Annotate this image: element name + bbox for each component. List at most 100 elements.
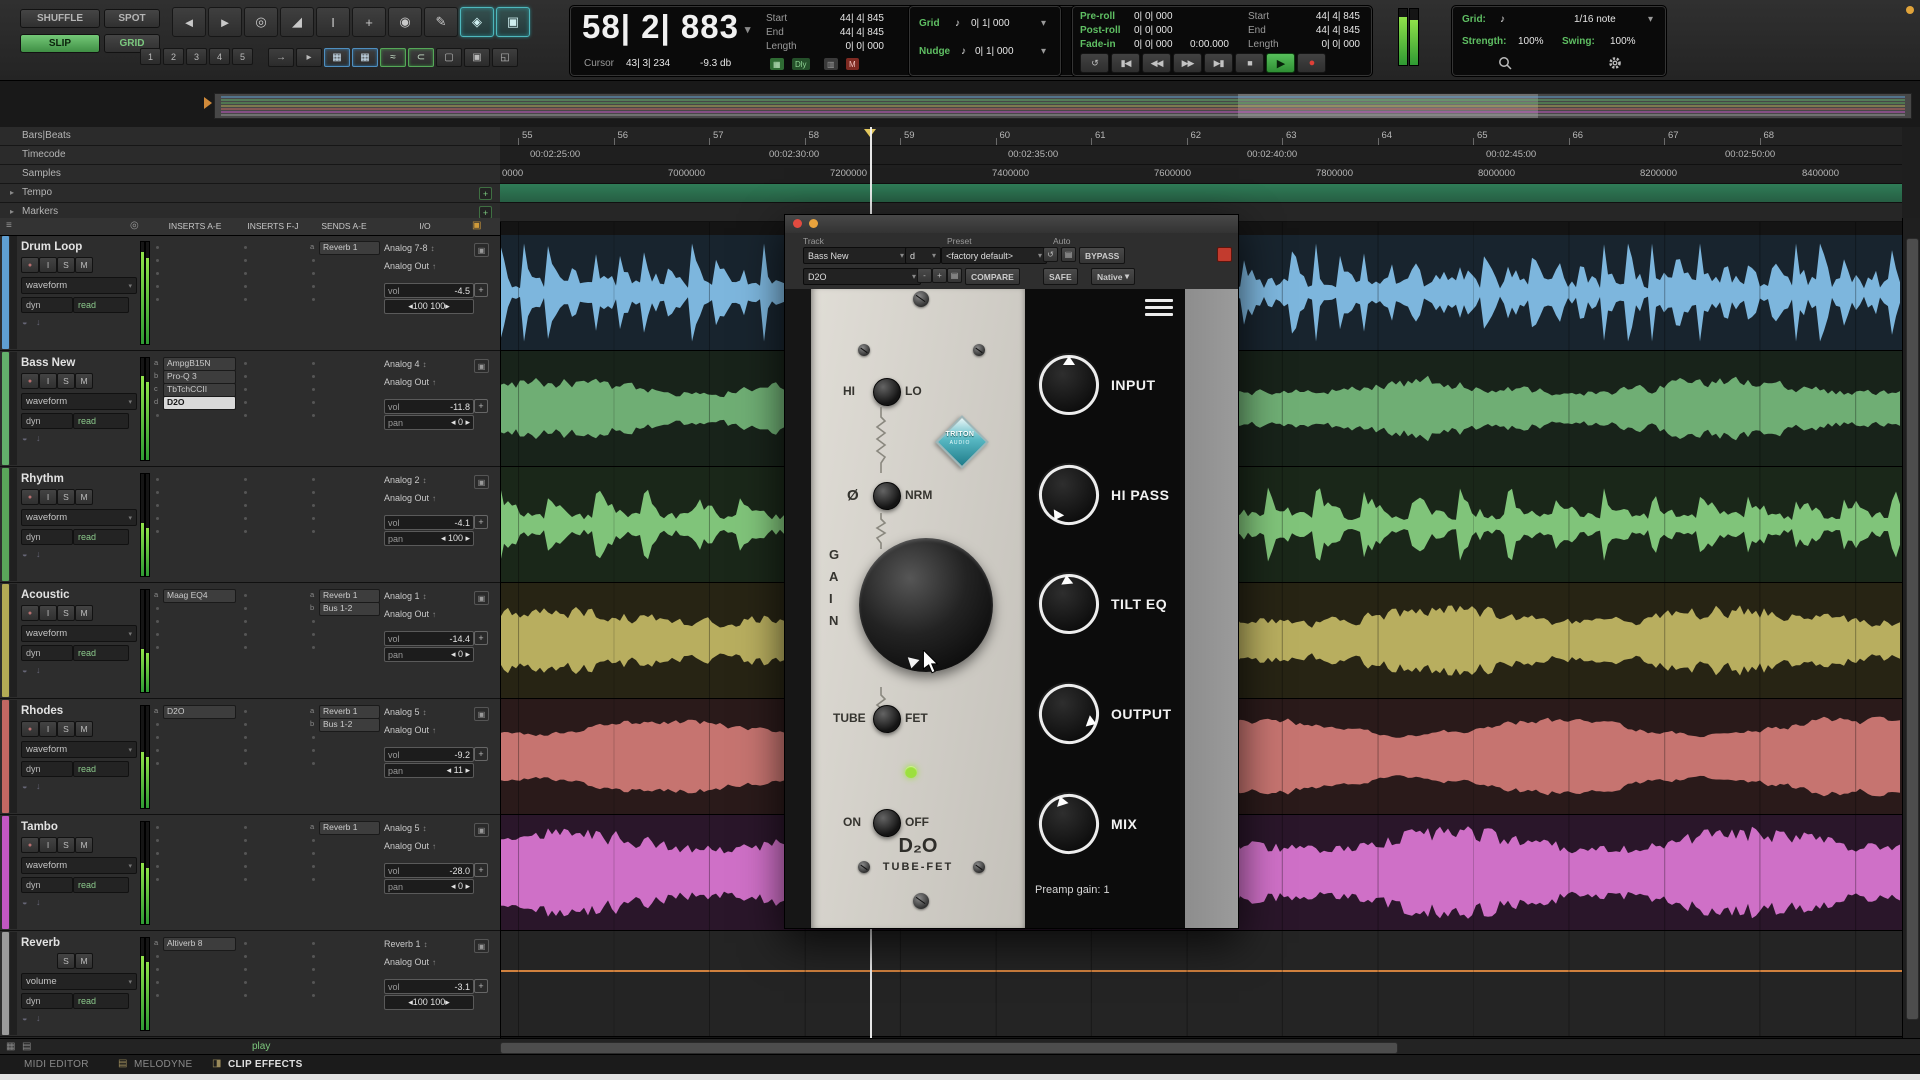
mute-button[interactable]: M <box>75 489 93 505</box>
automation-window-icon[interactable]: ▤ <box>1061 247 1076 262</box>
end-value[interactable]: 44| 4| 845 <box>1316 25 1360 36</box>
chevron-down-icon[interactable]: ▾ <box>1041 18 1046 29</box>
empty-slot[interactable] <box>244 723 247 726</box>
playlist-icon[interactable]: ◒ <box>22 1013 27 1023</box>
tab-midi-editor[interactable]: MIDI EDITOR <box>24 1059 89 1070</box>
start-value[interactable]: 44| 4| 845 <box>840 13 884 24</box>
elastic-audio-selector[interactable]: dyn <box>21 297 73 313</box>
empty-slot[interactable] <box>156 633 159 636</box>
volume-readout[interactable]: vol-11.8 <box>384 399 474 414</box>
empty-slot[interactable] <box>312 478 315 481</box>
librarian-folder-icon[interactable]: ▤ <box>947 268 962 283</box>
empty-slot[interactable] <box>312 517 315 520</box>
mini-view-button[interactable]: ▣ <box>474 475 489 489</box>
io-output[interactable]: Analog Out↑ <box>384 725 436 735</box>
automation-mode-selector[interactable]: read <box>73 761 129 777</box>
group-play-label[interactable]: play <box>252 1041 270 1052</box>
empty-slot[interactable] <box>156 607 159 610</box>
empty-slot[interactable] <box>244 504 247 507</box>
empty-slot[interactable] <box>244 517 247 520</box>
zoom-preset-2[interactable]: 2 <box>163 48 184 65</box>
empty-slot[interactable] <box>156 994 159 997</box>
empty-slot[interactable] <box>244 736 247 739</box>
playlist-icon[interactable]: ◒ <box>22 897 27 907</box>
record-arm-button[interactable]: ● <box>21 489 39 505</box>
track-view-selector[interactable]: waveform▾ <box>21 857 137 874</box>
pan-readout[interactable]: pan◂ 11 ▸ <box>384 763 474 778</box>
freeze-icon[interactable]: ↓ <box>36 317 41 327</box>
empty-slot[interactable] <box>156 878 159 881</box>
elastic-audio-selector[interactable]: dyn <box>21 645 73 661</box>
add-button[interactable]: + <box>474 399 488 413</box>
automation-mode-selector[interactable]: read <box>73 877 129 893</box>
selector-tool-button[interactable]: I <box>316 7 350 37</box>
track-view-selector[interactable]: waveform▾ <box>21 277 137 294</box>
track-selector[interactable]: Bass New▾ <box>803 247 909 264</box>
stop-button[interactable]: ■ <box>1235 53 1264 73</box>
send-slot[interactable]: Bus 1-2 <box>319 718 380 732</box>
empty-slot[interactable] <box>244 298 247 301</box>
phase-nrm-switch[interactable] <box>873 482 901 510</box>
disclosure-icon[interactable]: ▸ <box>10 188 14 197</box>
mute-button[interactable]: M <box>75 373 93 389</box>
main-counter[interactable]: 58| 2| 883▾ <box>582 8 751 46</box>
empty-slot[interactable] <box>156 620 159 623</box>
chevron-down-icon[interactable]: ▾ <box>1648 14 1653 25</box>
empty-slot[interactable] <box>312 839 315 842</box>
on-off-switch[interactable] <box>873 809 901 837</box>
nudge-value[interactable]: 0| 1| 000 <box>975 46 1014 57</box>
mute-button[interactable]: M <box>75 953 93 969</box>
add-button[interactable]: + <box>474 515 488 529</box>
zoom-preset-3[interactable]: 3 <box>186 48 207 65</box>
hi-pass-knob[interactable] <box>1037 463 1101 527</box>
spot-mode-button[interactable]: SPOT <box>104 9 160 28</box>
samples-ruler[interactable]: 0000700000072000007400000760000078000008… <box>500 165 1902 184</box>
io-output[interactable]: Analog Out↑ <box>384 377 436 387</box>
add-event-button[interactable]: + <box>479 187 492 200</box>
empty-slot[interactable] <box>312 762 315 765</box>
rewind-button[interactable]: ◀◀ <box>1142 53 1171 73</box>
elastic-audio-selector[interactable]: dyn <box>21 413 73 429</box>
elastic-audio-selector[interactable]: dyn <box>21 761 73 777</box>
io-input[interactable]: Analog 1↕ <box>384 591 427 601</box>
mirrored-midi-button[interactable]: ▢ <box>436 48 462 67</box>
empty-slot[interactable] <box>244 491 247 494</box>
freeze-icon[interactable]: ↓ <box>36 665 41 675</box>
automation-mode-selector[interactable]: read <box>73 529 129 545</box>
timecode-ruler[interactable]: 00:02:25:0000:02:30:0000:02:35:0000:02:4… <box>500 146 1902 165</box>
freeze-icon[interactable]: ↓ <box>36 433 41 443</box>
empty-slot[interactable] <box>156 955 159 958</box>
empty-slot[interactable] <box>156 981 159 984</box>
ruler-row-timecode[interactable]: Timecode <box>0 146 500 165</box>
empty-slot[interactable] <box>156 298 159 301</box>
tab-clip-effects[interactable]: CLIP EFFECTS <box>228 1059 303 1070</box>
mute-button[interactable]: M <box>75 605 93 621</box>
empty-slot[interactable] <box>312 981 315 984</box>
vertical-scrollbar[interactable] <box>1906 238 1919 1020</box>
automation-mode-selector[interactable]: read <box>73 645 129 661</box>
pan-readout[interactable]: ◂100 100▸ <box>384 299 474 314</box>
preset-selector[interactable]: <factory default>▾ <box>941 247 1047 264</box>
delay-compensation-chip[interactable]: Dly <box>792 58 810 70</box>
keyboard-focus-button[interactable]: ▣ <box>496 7 530 37</box>
plugin-titlebar[interactable] <box>785 215 1238 234</box>
empty-slot[interactable] <box>244 826 247 829</box>
empty-slot[interactable] <box>244 478 247 481</box>
insert-slot[interactable]: Maag EQ4 <box>163 589 236 603</box>
empty-slot[interactable] <box>156 530 159 533</box>
link-timeline-edit-button[interactable]: ≈ <box>380 48 406 67</box>
previous-preset-button[interactable]: - <box>917 268 932 283</box>
trim-tool-button[interactable]: ◢ <box>280 7 314 37</box>
empty-slot[interactable] <box>244 259 247 262</box>
solo-button[interactable]: S <box>57 837 75 853</box>
freeze-icon[interactable]: ↓ <box>36 781 41 791</box>
insert-slot[interactable]: D2O <box>163 705 236 719</box>
track-view-selector[interactable]: waveform▾ <box>21 741 137 758</box>
add-button[interactable]: + <box>474 283 488 297</box>
next-preset-button[interactable]: + <box>932 268 947 283</box>
horizontal-scrollbar[interactable] <box>500 1042 1398 1054</box>
elastic-audio-selector[interactable]: dyn <box>21 529 73 545</box>
io-output[interactable]: Analog Out↑ <box>384 957 436 967</box>
mini-view-button[interactable]: ▣ <box>474 359 489 373</box>
empty-slot[interactable] <box>244 994 247 997</box>
